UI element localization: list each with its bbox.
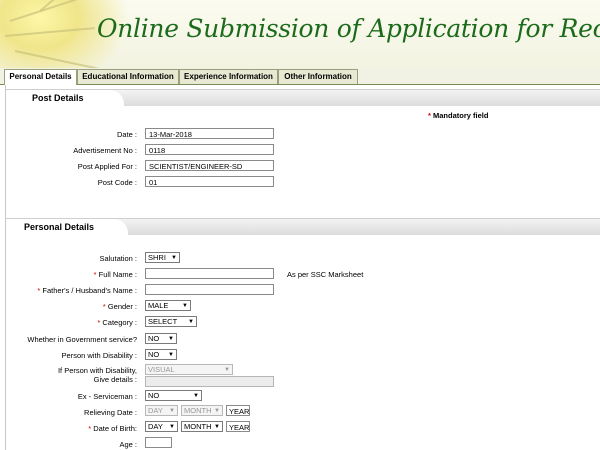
date-field[interactable]: 13-Mar-2018 [145,128,274,139]
salutation-select[interactable]: SHRI ▼ [145,252,180,263]
disability-label: Person with Disability : [61,351,137,360]
tab-educational-information[interactable]: Educational Information [77,69,179,84]
government-service-label: Whether in Government service? [27,335,137,344]
chevron-down-icon: ▼ [168,336,174,342]
disability-detail-label: If Person with Disability, [57,366,137,375]
mandatory-note: * Mandatory field [428,111,489,120]
disability-type-select[interactable]: VISUAL ▼ [145,364,233,375]
disability-detail-label: Give details : [93,375,137,384]
tab-experience-information[interactable]: Experience Information [179,69,278,84]
chevron-down-icon: ▼ [188,319,194,325]
age-field[interactable] [145,437,172,448]
chevron-down-icon: ▼ [169,408,175,414]
section-header-personal-details: Personal Details [6,218,600,235]
tab-other-information[interactable]: Other Information [278,69,358,84]
gender-label: * Gender : [102,302,137,311]
relieving-date-label: Relieving Date : [84,408,137,417]
ex-serviceman-label: Ex - Serviceman : [77,392,137,401]
government-service-select[interactable]: NO ▼ [145,333,177,344]
relieving-day-select[interactable]: DAY ▼ [145,405,178,416]
section-title: Post Details [32,93,84,103]
post-code-field[interactable]: 01 [145,176,274,187]
age-label: Age : [119,440,137,449]
section-title: Personal Details [24,222,95,232]
chevron-down-icon: ▼ [224,367,230,373]
chevron-down-icon: ▼ [182,303,188,309]
full-name-hint: As per SSC Marksheet [287,270,364,279]
frame-border [5,85,6,450]
header-banner: Online Submission of Application for Rec… [0,0,600,68]
page-title: Online Submission of Application for Rec… [97,14,600,43]
father-husband-name-label: * Father's / Husband's Name : [37,286,137,295]
category-label: * Category : [97,318,137,327]
post-code-label: Post Code : [97,178,137,187]
relieving-year-field[interactable]: YEAR [226,405,250,416]
full-name-field[interactable] [145,268,274,279]
tab-bar: Personal Details Educational Information… [0,68,600,85]
relieving-month-select[interactable]: MONTH ▼ [181,405,223,416]
father-husband-name-field[interactable] [145,284,274,295]
full-name-label: * Full Name : [93,270,137,279]
date-label: Date : [116,130,137,139]
date-of-birth-label: * Date of Birth: [88,424,137,433]
chevron-down-icon: ▼ [171,255,177,261]
advertisement-no-label: Advertisement No : [73,146,137,155]
disability-select[interactable]: NO ▼ [145,349,177,360]
post-applied-field[interactable]: SCIENTIST/ENGINEER-SD [145,160,274,171]
dob-day-select[interactable]: DAY ▼ [145,421,178,432]
chevron-down-icon: ▼ [169,424,175,430]
section-header-post-details: Post Details [6,89,600,106]
tab-personal-details[interactable]: Personal Details [4,69,77,85]
chevron-down-icon: ▼ [214,408,220,414]
post-applied-label: Post Applied For : [77,162,137,171]
advertisement-no-field[interactable]: 0118 [145,144,274,155]
ex-serviceman-select[interactable]: NO ▼ [145,390,202,401]
chevron-down-icon: ▼ [193,393,199,399]
dob-year-field[interactable]: YEAR [226,421,250,432]
gender-select[interactable]: MALE ▼ [145,300,191,311]
disability-details-field[interactable] [145,376,274,387]
chevron-down-icon: ▼ [214,424,220,430]
dob-month-select[interactable]: MONTH ▼ [181,421,223,432]
chevron-down-icon: ▼ [168,352,174,358]
salutation-label: Salutation : [99,254,137,263]
category-select[interactable]: SELECT ▼ [145,316,197,327]
